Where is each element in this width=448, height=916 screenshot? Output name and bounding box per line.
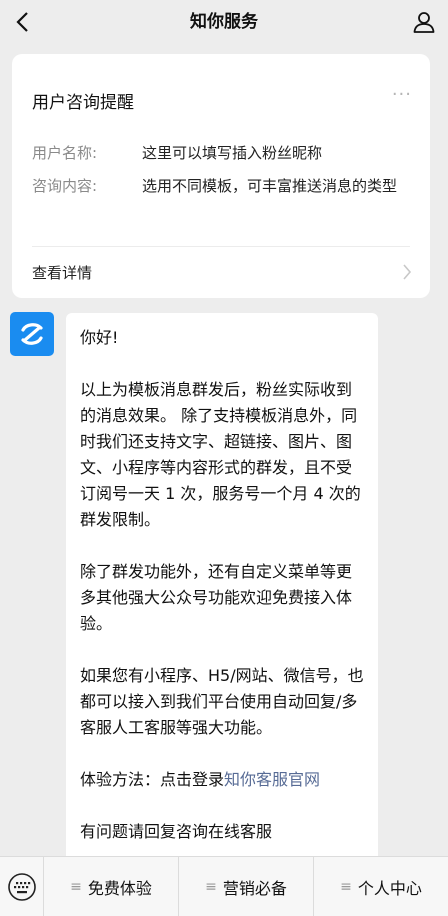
menu-label: 营销必备 — [222, 878, 287, 898]
field-value: 选用不同模板，可丰富推送消息的类型 — [142, 177, 398, 195]
profile-button[interactable] — [408, 6, 440, 38]
card-title: 用户咨询提醒 — [32, 93, 134, 113]
field-label: 用户名称: — [32, 144, 98, 162]
menu-icon: ≡ — [205, 878, 217, 895]
field-value: 这里可以填写插入粉丝昵称 — [142, 144, 323, 162]
message-paragraph: 体验方法：点击登录知你客服官网 — [80, 767, 364, 793]
user-icon — [413, 12, 435, 33]
field-username: 用户名称: 这里可以填写插入粉丝昵称 — [32, 142, 412, 164]
message-greeting: 你好! — [80, 328, 119, 347]
brand-logo-icon — [21, 323, 43, 345]
keyboard-toggle-button[interactable] — [0, 857, 44, 916]
menu-label: 免费体验 — [87, 878, 152, 898]
keyboard-icon — [7, 872, 36, 901]
nav-bar: 知你服务 — [0, 0, 448, 44]
bottom-menu-bar: ≡ 免费体验 ≡ 营销必备 ≡ 个人中心 — [0, 856, 448, 916]
chevron-right-icon — [403, 264, 412, 280]
message-bubble: 你好! 以上为模板消息群发后，粉丝实际收到的消息效果。 除了支持模板消息外，同时… — [66, 313, 378, 873]
message-paragraph: 除了群发功能外，还有自定义菜单等更多其他强大公众号功能欢迎免费接入体验。 — [80, 562, 353, 633]
menu-free-trial[interactable]: ≡ 免费体验 — [44, 857, 179, 916]
field-label: 咨询内容: — [32, 177, 98, 195]
message-paragraph: 有问题请回复咨询在线客服 — [80, 822, 273, 841]
message-paragraph: 如果您有小程序、H5/网站、微信号，也都可以接入到我们平台使用自动回复/多客服人… — [80, 666, 364, 737]
page-title: 知你服务 — [190, 12, 258, 32]
menu-icon: ≡ — [70, 878, 82, 895]
avatar[interactable] — [10, 312, 54, 356]
field-inquiry: 咨询内容: 选用不同模板，可丰富推送消息的类型 — [32, 175, 412, 197]
view-details-link[interactable]: 查看详情 — [32, 262, 92, 283]
template-message-card[interactable]: 用户咨询提醒 ··· 用户名称: 这里可以填写插入粉丝昵称 咨询内容: 选用不同… — [12, 54, 430, 298]
official-site-link[interactable]: 知你客服官网 — [224, 770, 320, 789]
menu-personal-center[interactable]: ≡ 个人中心 — [314, 857, 448, 916]
menu-marketing[interactable]: ≡ 营销必备 — [179, 857, 314, 916]
message-paragraph: 以上为模板消息群发后，粉丝实际收到的消息效果。 除了支持模板消息外，同时我们还支… — [80, 380, 361, 529]
message-text: 体验方法：点击登录 — [80, 770, 225, 789]
menu-icon: ≡ — [340, 878, 352, 895]
card-divider — [32, 246, 410, 247]
more-icon[interactable]: ··· — [392, 84, 412, 105]
menu-label: 个人中心 — [357, 878, 422, 898]
